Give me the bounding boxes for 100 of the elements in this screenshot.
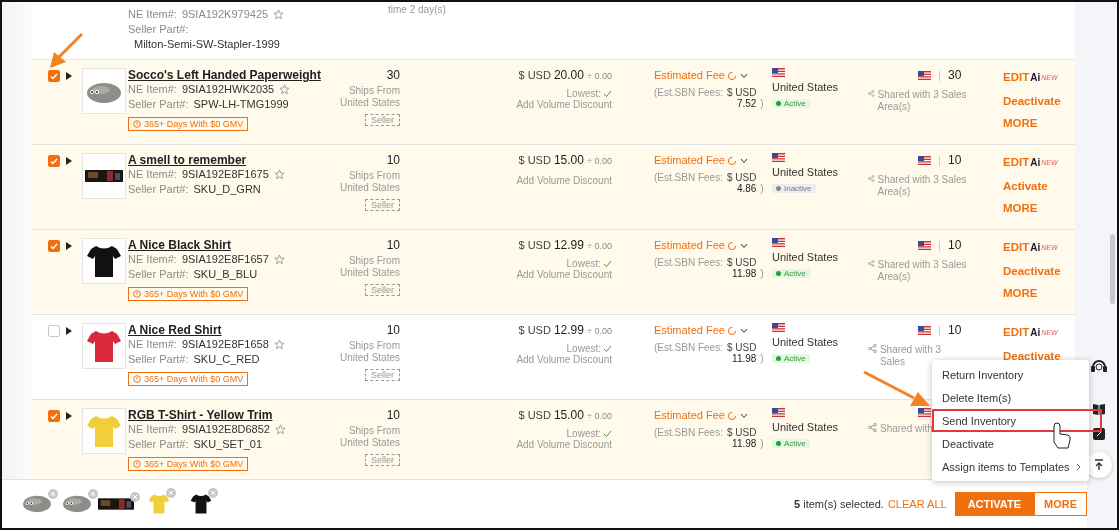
chevron-down-icon[interactable] [739, 412, 748, 419]
menu-item[interactable]: Delete Item(s) [932, 386, 1089, 409]
price: $ USD 12.99 ÷ 0.00 [518, 323, 612, 337]
ai-label: Ai [1030, 71, 1041, 85]
lowest-label: Lowest: [566, 428, 601, 439]
edit-link[interactable]: EDIT [1003, 325, 1030, 340]
estimated-fee-button[interactable]: Estimated Fee [654, 153, 737, 168]
checkmark-icon [50, 72, 58, 80]
expand-caret-icon[interactable] [66, 157, 72, 165]
lowest-label: Lowest: [566, 343, 601, 354]
volume-discount-link[interactable]: Add Volume Discount [516, 269, 612, 280]
book-icon[interactable] [1092, 402, 1106, 416]
bracket: ) [760, 268, 764, 279]
row-checkbox[interactable] [48, 70, 60, 82]
field-label: NE Item#: [128, 167, 177, 182]
bracket: ) [760, 438, 764, 449]
estimated-fee-button[interactable]: Estimated Fee [654, 408, 737, 423]
chevron-down-icon[interactable] [739, 72, 748, 79]
estimated-fee-button[interactable]: Estimated Fee [654, 238, 737, 253]
item-number: 9SIA192K979425 [181, 7, 269, 22]
area-quantity: 10 [948, 153, 962, 168]
star-icon[interactable] [273, 339, 285, 350]
sbn-currency: $ USD [726, 172, 757, 183]
field-label: Seller Part#: [128, 97, 189, 112]
volume-discount-link[interactable]: Add Volume Discount [516, 354, 612, 365]
sbn-fee-label: (Est.SBN Fees: [654, 342, 723, 353]
shared-areas: Shared with 3 Sales Area(s) [877, 259, 968, 283]
action-link[interactable]: Deactivate [1003, 350, 1061, 362]
edit-link[interactable]: EDIT [1003, 155, 1030, 170]
checkmark-icon [603, 344, 612, 353]
headset-icon[interactable] [1090, 358, 1108, 374]
field-label: NE Item#: [128, 337, 177, 352]
field-label: NE Item#: [128, 252, 177, 267]
menu-item[interactable]: Assign items to Templates [932, 455, 1089, 478]
estimated-fee-button[interactable]: Estimated Fee [654, 68, 737, 83]
action-link[interactable]: Deactivate [1003, 265, 1061, 277]
menu-item[interactable]: Deactivate [932, 432, 1089, 455]
product-title[interactable]: RGB T-Shirt - Yellow Trim [128, 408, 273, 422]
remove-icon[interactable] [130, 492, 140, 502]
seller-tag: Seller [365, 199, 400, 211]
country-name: United States [772, 166, 839, 178]
flag-icon [772, 408, 785, 417]
chevron-down-icon[interactable] [739, 327, 748, 334]
item-number: 9SIA192E8F1657 [181, 252, 269, 267]
product-title[interactable]: A Nice Red Shirt [128, 323, 222, 337]
country-name: United States [772, 81, 839, 93]
action-link[interactable]: Activate [1003, 180, 1048, 192]
clear-all-link[interactable]: CLEAR ALL [887, 498, 947, 510]
chevron-down-icon[interactable] [739, 242, 748, 249]
edit-link[interactable]: EDIT [1003, 70, 1030, 85]
product-title[interactable]: A Nice Black Shirt [128, 238, 231, 252]
expand-caret-icon[interactable] [66, 72, 72, 80]
sbn-fee-label: (Est.SBN Fees: [654, 87, 723, 98]
item-number: 9SIA192HWK2035 [181, 82, 275, 97]
field-label: Seller Part#: [128, 22, 189, 37]
action-link[interactable]: MORE [1003, 287, 1038, 299]
flag-icon [772, 153, 785, 162]
chevron-down-icon[interactable] [739, 157, 748, 164]
status-badge: Active [772, 99, 810, 108]
status-badge: Inactive [772, 184, 816, 193]
star-icon[interactable] [279, 84, 291, 95]
expand-caret-icon[interactable] [66, 327, 72, 335]
row-checkbox[interactable] [48, 325, 60, 337]
price: $ USD 15.00 ÷ 0.00 [518, 153, 612, 167]
estimated-fee-button[interactable]: Estimated Fee [654, 323, 737, 338]
product-title[interactable]: A smell to remember [128, 153, 247, 167]
seller-tag: Seller [365, 114, 400, 126]
flag-icon [918, 326, 931, 335]
share-icon [868, 423, 877, 432]
country-name: United States [772, 336, 839, 348]
edit-link[interactable]: EDIT [1003, 240, 1030, 255]
more-button[interactable]: MORE [1034, 492, 1087, 516]
activate-button[interactable]: ACTIVATE [954, 492, 1034, 516]
expand-caret-icon[interactable] [66, 242, 72, 250]
product-title[interactable]: Socco's Left Handed Paperweight [128, 68, 321, 82]
volume-discount-link[interactable]: Add Volume Discount [516, 439, 612, 450]
checkmark-icon [50, 412, 58, 420]
star-icon[interactable] [273, 254, 285, 265]
menu-item[interactable]: Send Inventory [932, 409, 1102, 432]
sbn-fee-label: (Est.SBN Fees: [654, 172, 723, 183]
seller-part: SKU_SET_01 [193, 437, 262, 452]
row-checkbox[interactable] [48, 410, 60, 422]
scrollbar-thumb[interactable] [1110, 234, 1115, 304]
seller-part: Milton-Semi-SW-Stapler-1999 [134, 37, 280, 52]
checkmark-icon [50, 242, 58, 250]
volume-discount-link[interactable]: Add Volume Discount [516, 99, 612, 110]
action-link[interactable]: MORE [1003, 202, 1038, 214]
action-link[interactable]: Deactivate [1003, 95, 1061, 107]
star-icon[interactable] [273, 169, 285, 180]
share-icon [868, 259, 875, 268]
expand-caret-icon[interactable] [66, 412, 72, 420]
star-icon[interactable] [275, 424, 286, 435]
volume-discount-link[interactable]: Add Volume Discount [516, 175, 612, 186]
status-badge: Active [772, 354, 810, 363]
action-link[interactable]: MORE [1003, 117, 1038, 129]
row-checkbox[interactable] [48, 155, 60, 167]
seller-tag: Seller [365, 369, 400, 381]
row-checkbox[interactable] [48, 240, 60, 252]
star-icon[interactable] [273, 9, 285, 20]
checkmark-icon [50, 157, 58, 165]
